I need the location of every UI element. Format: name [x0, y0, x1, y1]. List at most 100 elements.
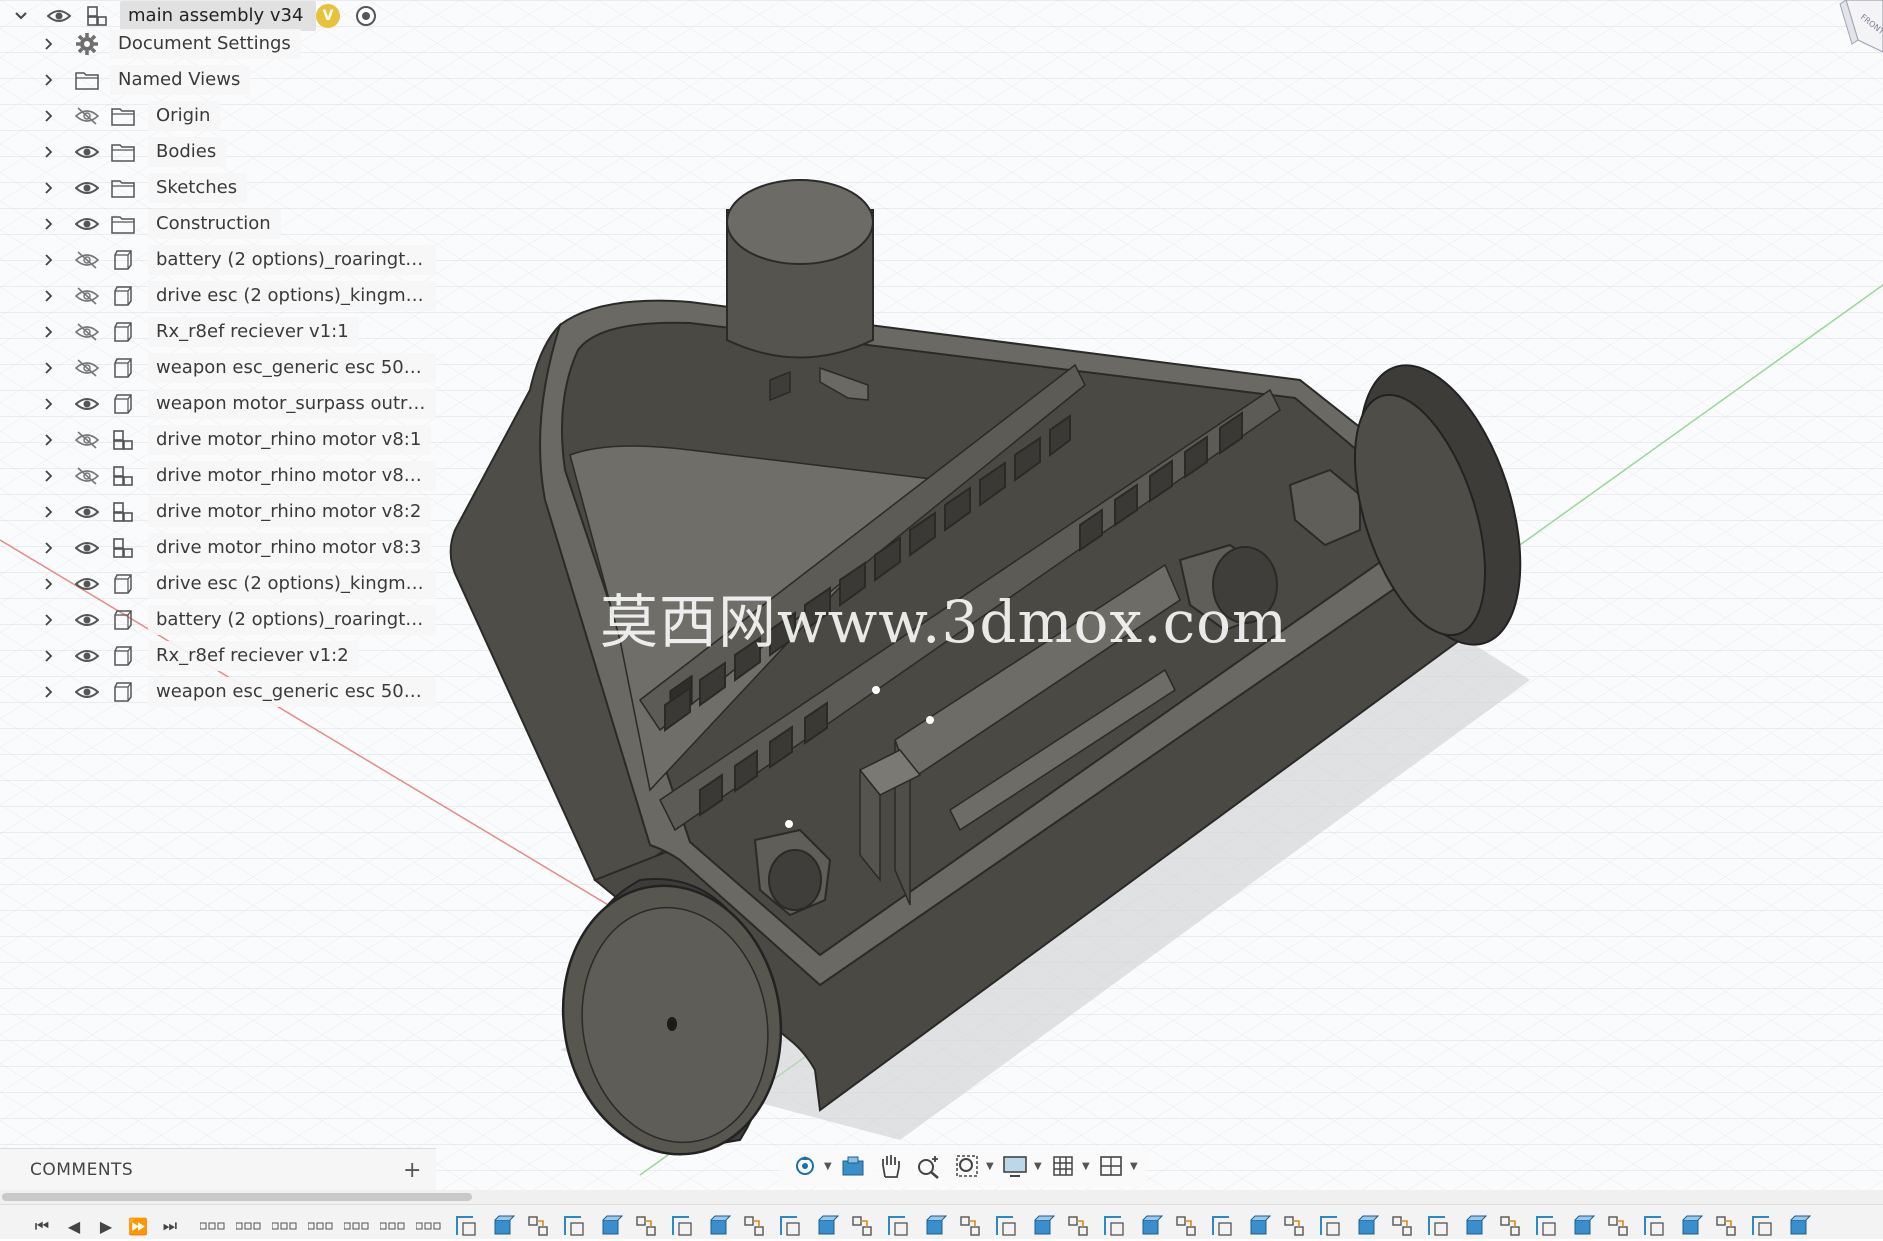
- eye-icon[interactable]: [72, 170, 102, 206]
- chevron-right-icon[interactable]: [38, 26, 60, 62]
- viewports-dropdown-caret[interactable]: ▼: [1130, 1161, 1140, 1172]
- timeline-feature-icon[interactable]: [887, 1215, 913, 1239]
- timeline-feature-icon[interactable]: [1139, 1215, 1165, 1239]
- step-forward-icon[interactable]: ⏩: [126, 1213, 150, 1239]
- timeline-feature-icon[interactable]: [851, 1215, 877, 1239]
- browser-node-row[interactable]: Bodies: [0, 134, 440, 170]
- browser-node-row[interactable]: drive motor_rhino motor v8:3: [0, 530, 440, 566]
- browser-node-row[interactable]: drive motor_rhino motor v8 (1...: [0, 458, 440, 494]
- chevron-right-icon[interactable]: [38, 314, 60, 350]
- timeline-feature-icon[interactable]: [1211, 1215, 1237, 1239]
- timeline-feature-icon[interactable]: [599, 1215, 625, 1239]
- zoom-icon[interactable]: [910, 1148, 948, 1184]
- timeline-feature-icon[interactable]: [1427, 1215, 1453, 1239]
- comments-panel[interactable]: COMMENTS +: [0, 1148, 436, 1192]
- timeline-feature-icon[interactable]: [1535, 1215, 1561, 1239]
- timeline-feature-icon[interactable]: [1643, 1215, 1669, 1239]
- eye-icon[interactable]: [72, 530, 102, 566]
- browser-node-label[interactable]: Origin: [148, 101, 221, 131]
- scrollbar-thumb[interactable]: [2, 1193, 472, 1201]
- timeline-feature-icon[interactable]: [707, 1215, 733, 1239]
- history-marker-icon[interactable]: [415, 1221, 442, 1234]
- browser-node-row[interactable]: weapon esc_generic esc 50v \...: [0, 674, 440, 710]
- timeline-feature-icon[interactable]: [1679, 1215, 1705, 1239]
- browser-node-label[interactable]: battery (2 options)_roaringto...: [148, 605, 436, 635]
- go-end-icon[interactable]: ⏭: [158, 1213, 182, 1239]
- browser-node-row[interactable]: Construction: [0, 206, 440, 242]
- chevron-right-icon[interactable]: [38, 98, 60, 134]
- chevron-right-icon[interactable]: [38, 350, 60, 386]
- browser-node-label[interactable]: weapon esc_generic esc 50v \...: [148, 353, 436, 383]
- display-settings-icon[interactable]: [996, 1148, 1034, 1184]
- eye-hidden-icon[interactable]: [72, 278, 102, 314]
- timeline-feature-icon[interactable]: [1355, 1215, 1381, 1239]
- chevron-right-icon[interactable]: [38, 134, 60, 170]
- eye-icon[interactable]: [72, 638, 102, 674]
- fit-icon[interactable]: [948, 1148, 986, 1184]
- fit-dropdown-caret[interactable]: ▼: [986, 1161, 996, 1172]
- browser-node-row[interactable]: Document Settings: [0, 26, 440, 62]
- chevron-right-icon[interactable]: [38, 566, 60, 602]
- browser-node-row[interactable]: Named Views: [0, 62, 440, 98]
- timeline-feature-icon[interactable]: [1103, 1215, 1129, 1239]
- view-cube[interactable]: FRONT: [1838, 0, 1883, 55]
- browser-node-row[interactable]: Rx_r8ef reciever v1:1: [0, 314, 440, 350]
- eye-icon[interactable]: [72, 494, 102, 530]
- eye-hidden-icon[interactable]: [72, 422, 102, 458]
- timeline-feature-icon[interactable]: [563, 1215, 589, 1239]
- version-badge[interactable]: V: [316, 4, 340, 28]
- browser-node-label[interactable]: Rx_r8ef reciever v1:1: [148, 317, 359, 347]
- history-marker-icon[interactable]: [271, 1221, 298, 1234]
- timeline-feature-icon[interactable]: [995, 1215, 1021, 1239]
- browser-node-row[interactable]: Rx_r8ef reciever v1:2: [0, 638, 440, 674]
- chevron-right-icon[interactable]: [38, 170, 60, 206]
- go-start-icon[interactable]: ⏮: [30, 1213, 54, 1239]
- eye-icon[interactable]: [72, 566, 102, 602]
- pan-icon[interactable]: [872, 1148, 910, 1184]
- browser-node-label[interactable]: drive esc (2 options)_kingmo...: [148, 569, 436, 599]
- timeline-feature-icon[interactable]: [455, 1215, 481, 1239]
- history-marker-icon[interactable]: [379, 1221, 406, 1234]
- timeline-feature-icon[interactable]: [815, 1215, 841, 1239]
- eye-hidden-icon[interactable]: [72, 458, 102, 494]
- timeline-feature-icon[interactable]: [1751, 1215, 1777, 1239]
- timeline-feature-icon[interactable]: [1715, 1215, 1741, 1239]
- browser-node-label[interactable]: Construction: [148, 209, 281, 239]
- step-back-icon[interactable]: ◀: [62, 1213, 86, 1239]
- browser-scrollbar[interactable]: [0, 1190, 1883, 1204]
- browser-node-label[interactable]: drive motor_rhino motor v8:3: [148, 533, 432, 563]
- history-marker-icon[interactable]: [343, 1221, 370, 1234]
- timeline-feature-icon[interactable]: [1247, 1215, 1273, 1239]
- play-icon[interactable]: ▶: [94, 1213, 118, 1239]
- timeline-feature-icon[interactable]: [1031, 1215, 1057, 1239]
- eye-icon[interactable]: [72, 386, 102, 422]
- browser-node-row[interactable]: drive motor_rhino motor v8:2: [0, 494, 440, 530]
- browser-node-label[interactable]: drive motor_rhino motor v8:1: [148, 425, 432, 455]
- chevron-right-icon[interactable]: [38, 386, 60, 422]
- eye-hidden-icon[interactable]: [72, 314, 102, 350]
- chevron-right-icon[interactable]: [38, 206, 60, 242]
- eye-hidden-icon[interactable]: [72, 242, 102, 278]
- chevron-right-icon[interactable]: [38, 638, 60, 674]
- browser-node-row[interactable]: drive motor_rhino motor v8:1: [0, 422, 440, 458]
- browser-node-row[interactable]: battery (2 options)_roaringto...: [0, 602, 440, 638]
- eye-icon[interactable]: [72, 206, 102, 242]
- history-marker-icon[interactable]: [307, 1221, 334, 1234]
- chevron-right-icon[interactable]: [38, 422, 60, 458]
- browser-node-label[interactable]: Bodies: [148, 137, 227, 167]
- timeline-feature-icon[interactable]: [1607, 1215, 1633, 1239]
- chevron-right-icon[interactable]: [38, 530, 60, 566]
- browser-node-row[interactable]: drive esc (2 options)_kingmo...: [0, 566, 440, 602]
- history-marker-icon[interactable]: [199, 1221, 226, 1234]
- history-marker-icon[interactable]: [235, 1221, 262, 1234]
- browser-node-label[interactable]: drive esc (2 options)_kingmo...: [148, 281, 436, 311]
- browser-node-row[interactable]: weapon motor_surpass outru...: [0, 386, 440, 422]
- chevron-right-icon[interactable]: [38, 62, 60, 98]
- chevron-right-icon[interactable]: [38, 494, 60, 530]
- timeline-feature-icon[interactable]: [779, 1215, 805, 1239]
- timeline-feature-icon[interactable]: [635, 1215, 661, 1239]
- browser-node-label[interactable]: weapon motor_surpass outru...: [148, 389, 436, 419]
- timeline-feature-icon[interactable]: [743, 1215, 769, 1239]
- chevron-right-icon[interactable]: [38, 242, 60, 278]
- timeline-feature-icon[interactable]: [671, 1215, 697, 1239]
